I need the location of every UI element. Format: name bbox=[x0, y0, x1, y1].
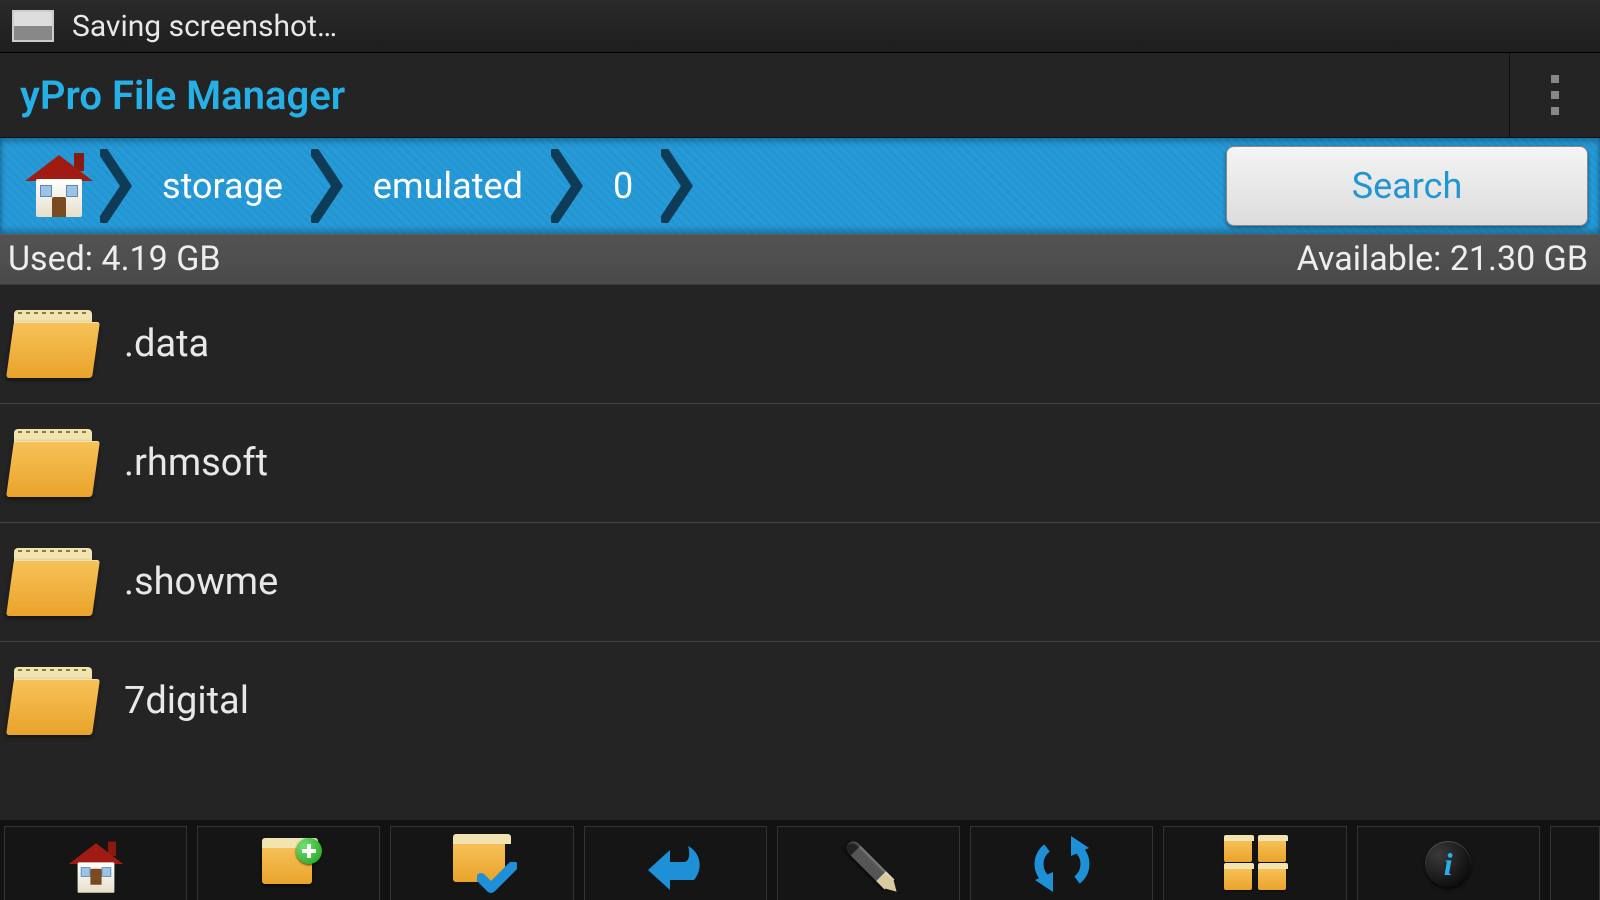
refresh-button[interactable] bbox=[970, 826, 1153, 900]
edit-button[interactable] bbox=[777, 826, 960, 900]
multi-select-button[interactable] bbox=[1163, 826, 1346, 900]
folder-icon bbox=[6, 423, 106, 503]
file-list[interactable]: .data .rhmsoft .showme 7digital bbox=[0, 284, 1600, 820]
list-item[interactable]: .rhmsoft bbox=[0, 404, 1600, 523]
folder-check-icon bbox=[447, 834, 517, 894]
file-name: 7digital bbox=[124, 679, 249, 723]
info-button[interactable]: i bbox=[1357, 826, 1540, 900]
new-folder-button[interactable] bbox=[197, 826, 380, 900]
list-item[interactable]: .showme bbox=[0, 523, 1600, 642]
folder-icon bbox=[6, 542, 106, 622]
folder-icon bbox=[6, 304, 106, 384]
status-text: Saving screenshot… bbox=[72, 9, 337, 44]
search-button[interactable]: Search bbox=[1226, 146, 1588, 226]
app-title: yPro File Manager bbox=[20, 72, 345, 119]
more-button[interactable] bbox=[1550, 826, 1600, 900]
file-name: .rhmsoft bbox=[124, 441, 268, 485]
refresh-icon bbox=[1027, 834, 1097, 894]
breadcrumb-segment[interactable]: emulated bbox=[351, 165, 545, 207]
search-button-label: Search bbox=[1352, 165, 1463, 207]
breadcrumb-segment[interactable]: 0 bbox=[591, 165, 655, 207]
select-button[interactable] bbox=[390, 826, 573, 900]
list-item[interactable]: 7digital bbox=[0, 642, 1600, 760]
chevron-right-icon bbox=[100, 146, 134, 226]
list-item[interactable]: .data bbox=[0, 284, 1600, 404]
new-folder-icon bbox=[254, 834, 324, 894]
bottom-toolbar: i bbox=[0, 820, 1600, 900]
file-name: .showme bbox=[124, 560, 278, 604]
chevron-right-icon bbox=[551, 146, 585, 226]
pencil-icon bbox=[834, 834, 904, 894]
breadcrumb-segment[interactable]: storage bbox=[140, 165, 305, 207]
home-icon[interactable] bbox=[24, 151, 94, 221]
chevron-right-icon bbox=[311, 146, 345, 226]
overflow-menu-button[interactable] bbox=[1509, 53, 1600, 137]
home-button[interactable] bbox=[4, 826, 187, 900]
info-icon: i bbox=[1413, 834, 1483, 894]
grid-folders-icon bbox=[1220, 834, 1290, 894]
chevron-right-icon bbox=[661, 146, 695, 226]
title-bar: yPro File Manager bbox=[0, 53, 1600, 138]
back-arrow-icon bbox=[640, 834, 710, 894]
home-icon bbox=[68, 840, 124, 888]
storage-bar: Used: 4.19 GB Available: 21.30 GB bbox=[0, 234, 1600, 284]
breadcrumb-bar: storage emulated 0 Search bbox=[0, 138, 1600, 234]
storage-available: Available: 21.30 GB bbox=[1297, 239, 1588, 279]
back-button[interactable] bbox=[584, 826, 767, 900]
storage-used: Used: 4.19 GB bbox=[8, 239, 221, 279]
file-name: .data bbox=[124, 322, 209, 366]
folder-icon bbox=[6, 661, 106, 741]
screenshot-icon bbox=[12, 10, 54, 42]
status-bar: Saving screenshot… bbox=[0, 0, 1600, 53]
